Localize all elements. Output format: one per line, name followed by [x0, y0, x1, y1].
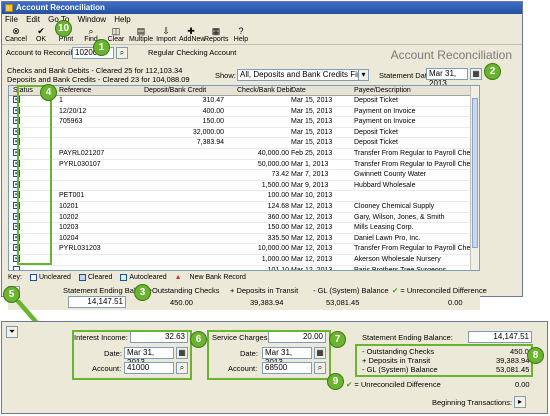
beginning-transactions-button[interactable]: ▸ — [514, 396, 526, 408]
x-seb-label: Statement Ending Balance: — [362, 333, 453, 342]
callout-8: 8 — [527, 347, 544, 364]
status-column-highlight — [17, 85, 52, 265]
beginning-transactions-label: Beginning Transactions: — [432, 398, 513, 407]
callout-10: 10 — [55, 20, 72, 37]
totals-highlight — [355, 344, 533, 377]
interest-highlight — [72, 330, 192, 380]
callout-7: 7 — [329, 331, 346, 348]
callout-5: 5 — [3, 286, 20, 303]
callout-1: 1 — [93, 39, 110, 56]
collapse-button[interactable]: ⏷ — [6, 326, 18, 338]
check-icon: ✔ — [346, 380, 353, 389]
callout-4: 4 — [40, 84, 57, 101]
double-chevron-down-icon: ⏷ — [8, 327, 16, 336]
service-highlight — [207, 330, 331, 380]
x-unreconciled-value: 0.00 — [515, 380, 530, 389]
callout-2: 2 — [484, 63, 501, 80]
x-seb-input[interactable]: 14,147.51 — [468, 331, 532, 343]
x-unreconciled-label: ✔ = Unreconciled Difference — [346, 380, 441, 389]
callout-6: 6 — [190, 331, 207, 348]
arrow-right-icon: ▸ — [517, 397, 522, 406]
callout-3: 3 — [134, 284, 151, 301]
callout-9: 9 — [327, 373, 344, 390]
